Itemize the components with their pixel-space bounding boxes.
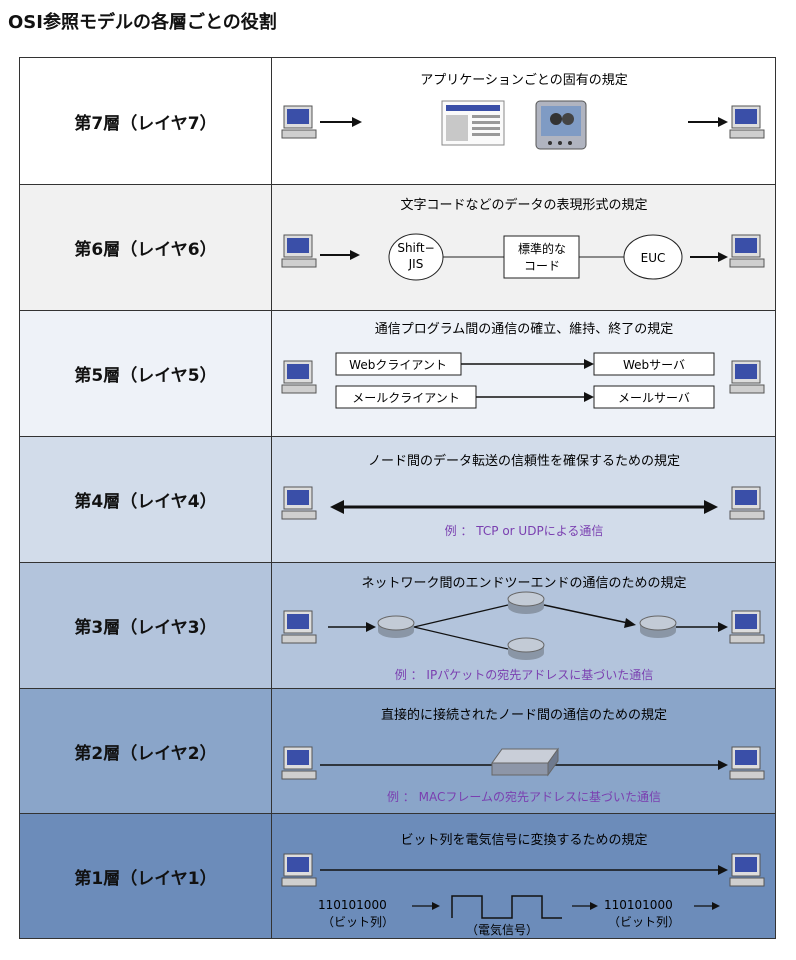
pc-icon: [729, 746, 765, 780]
pc-icon: [729, 853, 765, 887]
layer-1-description: ビット列を電気信号に変換するための規定: [400, 832, 647, 848]
layer-2-example: 例 ： MACフレームの宛先アドレスに基づいた通信: [387, 789, 661, 804]
layer-4-diagram: ノード間のデータ転送の信頼性を確保するための規定 例 ： TCP or UDPに…: [272, 437, 775, 562]
arrowhead: [718, 117, 728, 127]
router-icon: [639, 615, 677, 638]
layer-6-description: 文字コードなどのデータの表現形式の規定: [400, 197, 647, 213]
layer-4-example: 例 ： TCP or UDPによる通信: [445, 524, 604, 538]
arrowhead: [624, 618, 636, 628]
layer-7-diagram: アプリケーションごとの固有の規定: [272, 58, 775, 184]
layer-7-description: アプリケーションごとの固有の規定: [420, 72, 628, 88]
pc-icon: [729, 105, 765, 139]
connector-line: [413, 626, 509, 650]
bits-left: 110101000: [318, 898, 387, 912]
arrowhead: [718, 760, 728, 770]
electric-signal-waveform: [451, 895, 562, 919]
standard-code-label-bottom: コード: [524, 259, 560, 273]
video-call-icon: [535, 100, 587, 150]
layer-2-description: 直接的に接続されたノード間の通信のための規定: [381, 707, 667, 723]
standard-code-label-top: 標準的な: [518, 241, 566, 256]
layer-2-diagram: 直接的に接続されたノード間の通信のための規定 例 ： MACフレームの宛先アドレ…: [272, 689, 775, 813]
arrowhead: [330, 500, 344, 514]
layer-4-row: 第4層（レイヤ4） ノード間のデータ転送の信頼性を確保するための規定 例 ： T…: [20, 437, 775, 563]
layer-3-diagram: ネットワーク間のエンドツーエンドの通信のための規定 例 ： IPパケットの宛先ア…: [272, 563, 775, 688]
arrowhead: [590, 902, 598, 910]
web-server-label: Webサーバ: [623, 358, 685, 372]
euc-label: EUC: [641, 251, 666, 265]
shift-jis-label-top: Shift−: [397, 241, 434, 255]
page-title: OSI参照モデルの各層ごとの役割: [8, 12, 277, 33]
layer-5-diagram: 通信プログラム間の通信の確立、維持、終了の規定 Webクライアント メールクライ…: [272, 311, 775, 436]
layer-3-description: ネットワーク間のエンドツーエンドの通信のための規定: [361, 576, 686, 591]
bits-left-note: （ビット列）: [322, 915, 394, 929]
layer-6-label: 第6層（レイヤ6）: [20, 185, 272, 310]
arrowhead: [366, 622, 376, 632]
arrowhead: [718, 865, 728, 875]
layer-1-label: 第1層（レイヤ1）: [20, 814, 272, 938]
layer-3-example: 例 ： IPパケットの宛先アドレスに基づいた通信: [395, 667, 653, 682]
arrow-line: [543, 604, 629, 624]
mail-server-label: メールサーバ: [618, 391, 690, 405]
osi-layer-table: 第7層（レイヤ7） アプリケーションごとの固有の規定 第6層（レイヤ6） 文字コ…: [19, 57, 776, 939]
arrowhead: [718, 252, 728, 262]
layer-5-description: 通信プログラム間の通信の確立、維持、終了の規定: [375, 321, 674, 337]
pc-icon: [729, 610, 765, 644]
router-icon: [507, 637, 545, 660]
layer-4-description: ノード間のデータ転送の信頼性を確保するための規定: [368, 453, 680, 469]
signal-note: （電気信号）: [466, 922, 538, 937]
layer-7-row: 第7層（レイヤ7） アプリケーションごとの固有の規定: [20, 58, 775, 185]
document-icon: [441, 100, 505, 146]
router-icon: [507, 591, 545, 614]
layer-2-label: 第2層（レイヤ2）: [20, 689, 272, 813]
layer-1-diagram: ビット列を電気信号に変換するための規定 110101000 （ビット列） （電気…: [272, 814, 775, 938]
arrowhead: [712, 902, 720, 910]
layer-3-label: 第3層（レイヤ3）: [20, 563, 272, 688]
pc-icon: [281, 610, 317, 644]
layer-6-diagram: 文字コードなどのデータの表現形式の規定 Shift− JIS 標準的な コード …: [272, 185, 775, 310]
arrowhead: [584, 392, 594, 402]
arrowhead: [352, 117, 362, 127]
pc-icon: [281, 360, 317, 394]
bits-right-note: （ビット列）: [608, 915, 680, 929]
arrowhead: [432, 902, 440, 910]
router-icon: [377, 615, 415, 638]
web-client-label: Webクライアント: [349, 358, 447, 372]
switch-icon: [491, 747, 559, 777]
pc-icon: [281, 234, 317, 268]
pc-icon: [729, 360, 765, 394]
layer-6-row: 第6層（レイヤ6） 文字コードなどのデータの表現形式の規定 Shift− JIS…: [20, 185, 775, 311]
layer-3-row: 第3層（レイヤ3） ネットワーク間のエンドツーエンドの通信のための規定 例 ： …: [20, 563, 775, 689]
pc-icon: [729, 234, 765, 268]
arrowhead: [584, 359, 594, 369]
mail-client-label: メールクライアント: [352, 391, 460, 405]
bits-right: 110101000: [604, 898, 673, 912]
pc-icon: [281, 486, 317, 520]
layer-5-label: 第5層（レイヤ5）: [20, 311, 272, 436]
layer-7-label: 第7層（レイヤ7）: [20, 58, 272, 184]
pc-icon: [281, 853, 317, 887]
pc-icon: [281, 105, 317, 139]
layer-5-row: 第5層（レイヤ5） 通信プログラム間の通信の確立、維持、終了の規定 Webクライ…: [20, 311, 775, 437]
layer-1-row: 第1層（レイヤ1） ビット列を電気信号に変換するための規定 110101000 …: [20, 814, 775, 938]
arrowhead: [718, 622, 728, 632]
pc-icon: [281, 746, 317, 780]
pc-icon: [729, 486, 765, 520]
shift-jis-label-bottom: JIS: [408, 257, 424, 271]
layer-4-label: 第4層（レイヤ4）: [20, 437, 272, 562]
arrowhead: [704, 500, 718, 514]
connector-line: [413, 604, 509, 628]
arrowhead: [350, 250, 360, 260]
layer-2-row: 第2層（レイヤ2） 直接的に接続されたノード間の通信のための規定 例 ： MAC…: [20, 689, 775, 814]
